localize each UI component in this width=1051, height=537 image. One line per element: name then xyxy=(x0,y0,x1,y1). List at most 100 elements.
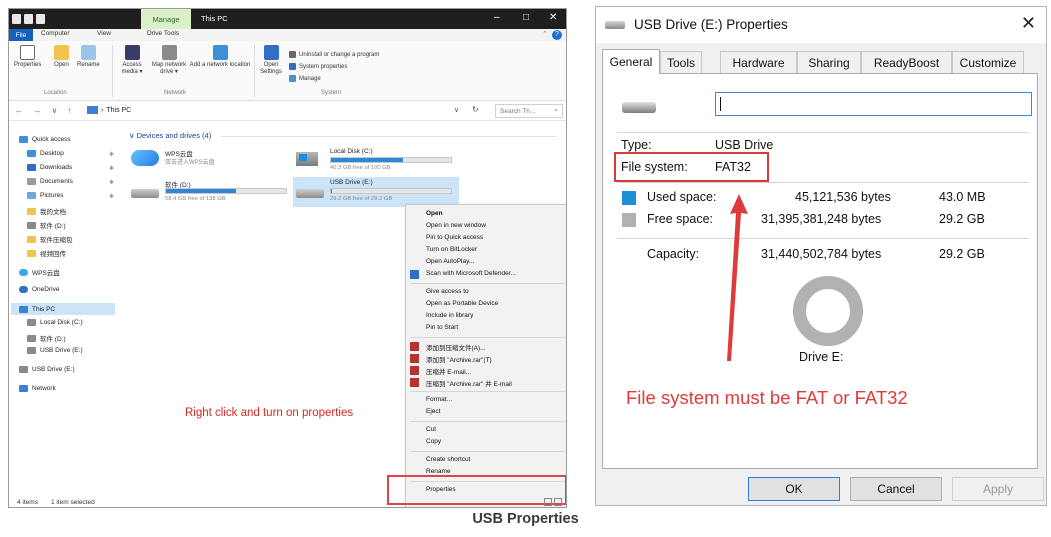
nav-downloads[interactable]: Downloads xyxy=(27,164,72,171)
network-location-icon xyxy=(212,45,228,60)
cloud-icon xyxy=(19,268,28,276)
menu-item-pin-quick-access[interactable]: Pin to Quick access xyxy=(426,234,483,241)
drive-name: USB Drive (E:) xyxy=(330,179,373,186)
nav-folder[interactable]: 我的文档 xyxy=(27,206,66,216)
nav-folder[interactable]: 软件 (D:) xyxy=(27,220,66,230)
folder-icon xyxy=(27,207,36,215)
menu-item-format[interactable]: Format... xyxy=(426,396,452,403)
tab-readyboost[interactable]: ReadyBoost xyxy=(861,51,952,73)
drive-tile-d[interactable]: 软件 (D:) 58.4 GB free of 138 GB xyxy=(131,179,291,205)
menu-item-open[interactable]: Open xyxy=(426,210,443,217)
menu-item-defender[interactable]: Scan with Microsoft Defender... xyxy=(426,270,516,277)
devices-group-header[interactable]: ∨ Devices and drives (4) xyxy=(129,131,211,140)
close-icon[interactable]: ✕ xyxy=(1021,13,1036,34)
rename-ribbon-button[interactable]: Rename xyxy=(77,45,100,69)
close-icon[interactable]: ✕ xyxy=(549,12,557,23)
properties-ribbon-button[interactable]: Properties xyxy=(14,45,41,69)
group-system-label: System xyxy=(321,90,342,96)
tab-customize[interactable]: Customize xyxy=(952,51,1024,73)
tab-file[interactable]: File xyxy=(9,29,33,41)
tab-computer[interactable]: Computer xyxy=(41,30,70,37)
search-input[interactable]: Search Th... ⌕ xyxy=(495,104,563,118)
drive-tile-wps[interactable]: WPS云盘 双击进入WPS云盘 xyxy=(131,148,291,174)
refresh-icon[interactable]: ↻ xyxy=(472,105,479,114)
access-media-button[interactable]: Access media ▾ xyxy=(116,45,148,76)
free-space-swatch xyxy=(622,213,636,227)
nav-desktop[interactable]: Desktop xyxy=(27,150,64,157)
nav-documents[interactable]: Documents xyxy=(27,178,73,185)
nav-quick-access[interactable]: Quick access xyxy=(19,136,71,143)
drive-usage-bar xyxy=(330,188,452,194)
ok-button[interactable]: OK xyxy=(748,477,840,501)
navigation-arrows-icon[interactable]: ← → ∨ ↑ xyxy=(15,106,76,115)
map-network-drive-button[interactable]: Map network drive ▾ xyxy=(149,45,189,76)
tab-hardware[interactable]: Hardware xyxy=(720,51,797,73)
selection-count: 1 item selected xyxy=(51,499,95,506)
uninstall-program-button[interactable]: Uninstall or change a program xyxy=(289,51,379,58)
menu-item-include-library[interactable]: Include in library xyxy=(426,312,473,319)
add-network-location-button[interactable]: Add a network location xyxy=(189,45,251,69)
address-dropdown-icon[interactable]: ∨ xyxy=(454,106,459,114)
drive-free-space: 40.3 GB free of 100 GB xyxy=(330,165,391,171)
drive-free-space: 29.2 GB free of 29.2 GB xyxy=(330,196,393,202)
address-path[interactable]: › This PC xyxy=(87,106,131,114)
file-explorer-window: Manage This PC – □ ✕ File Computer View … xyxy=(8,8,567,508)
nav-onedrive[interactable]: OneDrive xyxy=(19,286,59,293)
menu-item-open-new-window[interactable]: Open in new window xyxy=(426,222,486,229)
search-icon: ⌕ xyxy=(554,107,558,114)
status-bar: 4 items 1 item selected xyxy=(9,496,566,507)
divider xyxy=(617,238,1029,239)
drive-usage-fill xyxy=(166,189,236,193)
manage-context-tab[interactable]: Manage xyxy=(141,9,191,29)
nav-pictures[interactable]: Pictures xyxy=(27,192,63,199)
menu-item-create-shortcut[interactable]: Create shortcut xyxy=(426,456,470,463)
tab-general[interactable]: General xyxy=(602,49,660,74)
menu-item-rename[interactable]: Rename xyxy=(426,468,451,475)
maximize-icon[interactable]: □ xyxy=(523,12,529,23)
nav-wps-cloud[interactable]: WPS云盘 xyxy=(19,267,60,277)
drive-name-input[interactable] xyxy=(715,92,1032,116)
menu-item-add-archive[interactable]: 添加到压缩文件(A)... xyxy=(426,342,486,352)
tab-tools[interactable]: Tools xyxy=(660,51,702,73)
collapse-ribbon-icon[interactable]: ⌃ xyxy=(542,30,548,38)
menu-item-copy[interactable]: Copy xyxy=(426,438,441,445)
system-properties-button[interactable]: System properties xyxy=(289,63,347,70)
menu-item-cut[interactable]: Cut xyxy=(426,426,436,433)
menu-item-give-access[interactable]: Give access to xyxy=(426,288,469,295)
manage-button[interactable]: Manage xyxy=(289,75,321,82)
menu-item-compress-archive-email[interactable]: 压缩到 "Archive.rar" 并 E-mail xyxy=(426,378,512,388)
nav-usb-drive[interactable]: USB Drive (E:) xyxy=(27,347,83,354)
nav-local-disk[interactable]: Local Disk (C:) xyxy=(27,319,83,326)
tab-view[interactable]: View xyxy=(97,30,111,37)
quick-access-toolbar[interactable] xyxy=(12,12,45,26)
nav-folder[interactable]: 视频回传 xyxy=(27,248,66,258)
drive-letter-label: Drive E: xyxy=(799,350,844,364)
ribbon-separator xyxy=(254,45,255,97)
tab-sharing[interactable]: Sharing xyxy=(797,51,861,73)
menu-item-portable-device[interactable]: Open as Portable Device xyxy=(426,300,498,307)
nav-usb-drive[interactable]: USB Drive (E:) xyxy=(19,366,75,373)
rename-icon xyxy=(80,45,96,60)
drive-usage-bar xyxy=(330,157,452,163)
nav-folder[interactable]: 软件压缩包 xyxy=(27,234,73,244)
menu-item-bitlocker[interactable]: Turn on BitLocker xyxy=(426,246,477,253)
menu-item-pin-start[interactable]: Pin to Start xyxy=(426,324,458,331)
open-settings-button[interactable]: Open Settings xyxy=(257,45,285,76)
nav-software-d[interactable]: 软件 (D:) xyxy=(27,333,66,343)
view-toggle-icon[interactable] xyxy=(544,498,562,507)
help-icon[interactable]: ? xyxy=(552,30,562,40)
menu-item-compress-email[interactable]: 压缩并 E-mail... xyxy=(426,366,471,376)
tab-drive-tools[interactable]: Drive Tools xyxy=(147,30,179,37)
media-icon xyxy=(124,45,140,60)
apply-button[interactable]: Apply xyxy=(952,477,1044,501)
nav-this-pc[interactable]: This PC xyxy=(11,303,115,315)
open-ribbon-button[interactable]: Open xyxy=(54,45,69,69)
menu-item-add-archive-rar[interactable]: 添加到 "Archive.rar"(T) xyxy=(426,354,492,364)
minimize-icon[interactable]: – xyxy=(494,12,500,23)
drive-tile-e[interactable]: USB Drive (E:) 29.2 GB free of 29.2 GB xyxy=(293,177,459,207)
menu-item-autoplay[interactable]: Open AutoPlay... xyxy=(426,258,474,265)
cancel-button[interactable]: Cancel xyxy=(850,477,942,501)
drive-tile-c[interactable]: Local Disk (C:) 40.3 GB free of 100 GB xyxy=(296,148,466,174)
menu-item-eject[interactable]: Eject xyxy=(426,408,440,415)
nav-network[interactable]: Network xyxy=(19,385,56,392)
